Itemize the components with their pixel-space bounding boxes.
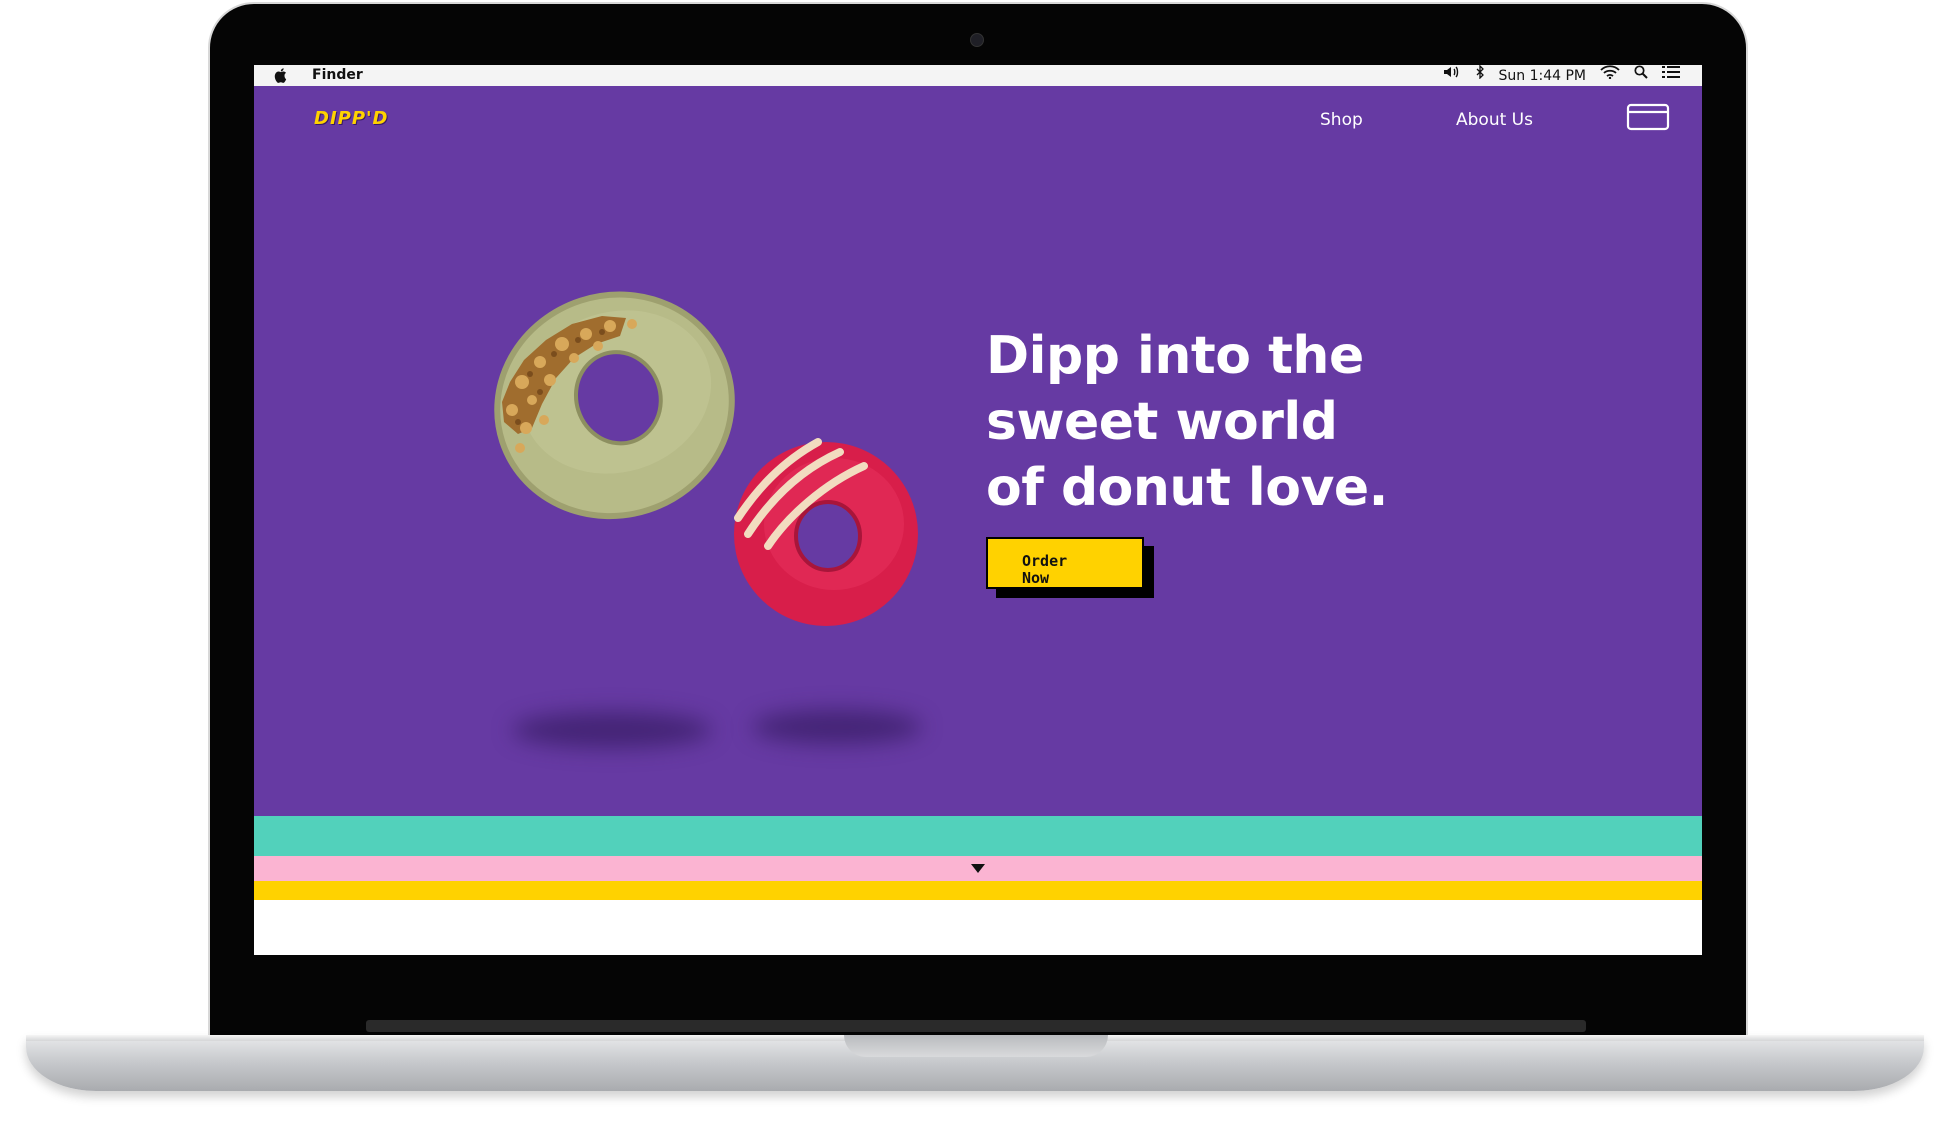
donut-shadow-right: [752, 710, 922, 744]
hero-headline: Dipp into the sweet world of donut love.: [986, 323, 1546, 521]
page-below-fold: [254, 900, 1702, 955]
order-now-label: Order Now: [1022, 552, 1068, 587]
search-icon[interactable]: [1634, 65, 1648, 86]
laptop-notch: [844, 1035, 1108, 1057]
volume-icon[interactable]: [1443, 65, 1461, 86]
headline-line-2: sweet world: [986, 392, 1338, 452]
site-logo[interactable]: DIPP'D: [314, 108, 388, 129]
pistachio-donut-image: [494, 291, 735, 520]
headline-line-1: Dipp into the: [986, 326, 1364, 386]
website-hero: DIPP'D Shop About Us Dipp into the sweet…: [254, 86, 1702, 816]
cart-icon[interactable]: [1626, 103, 1670, 131]
scroll-down-arrow-icon[interactable]: [971, 864, 985, 873]
wifi-icon[interactable]: [1600, 65, 1620, 86]
laptop-screen:  Finder Sun 1:44 PM DIPP'D Shop: [254, 65, 1702, 955]
list-icon[interactable]: [1662, 65, 1680, 86]
order-now-button[interactable]: Order Now: [986, 537, 1144, 589]
raspberry-donut-image: [734, 438, 918, 626]
mac-menubar:  Finder Sun 1:44 PM: [254, 65, 1702, 87]
menubar-clock[interactable]: Sun 1:44 PM: [1499, 68, 1587, 84]
headline-line-3: of donut love.: [986, 458, 1388, 518]
bluetooth-icon[interactable]: [1475, 65, 1485, 86]
stripe-yellow: [254, 881, 1702, 900]
stripe-teal: [254, 816, 1702, 856]
webcam: [970, 33, 984, 47]
menubar-status-area: Sun 1:44 PM: [1443, 65, 1680, 86]
menubar-app-name[interactable]: Finder: [312, 67, 363, 83]
nav-link-shop[interactable]: Shop: [1320, 110, 1363, 130]
nav-link-about[interactable]: About Us: [1456, 110, 1533, 130]
donut-shadow-left: [512, 712, 712, 748]
laptop-hinge: [366, 1020, 1586, 1032]
apple-icon-fallback: [274, 67, 288, 87]
